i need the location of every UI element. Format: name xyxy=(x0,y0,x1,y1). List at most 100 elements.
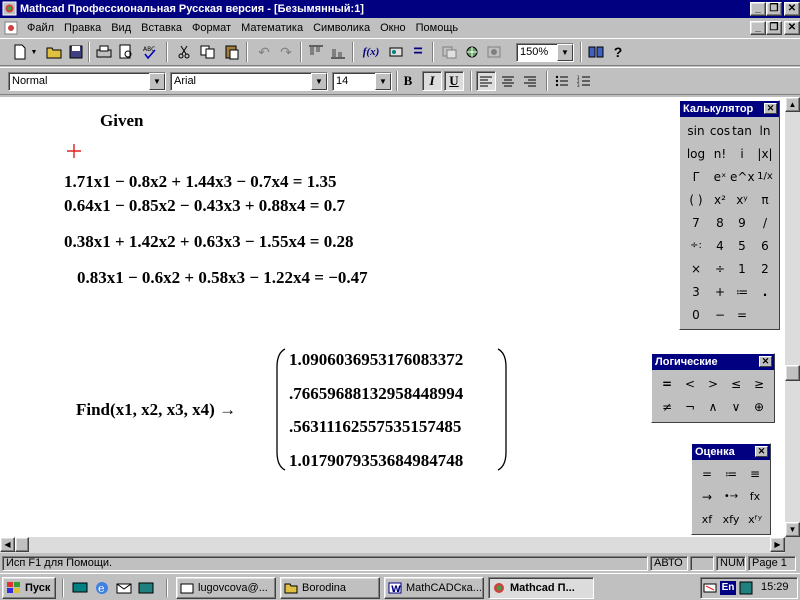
undo-icon[interactable]: ↶ xyxy=(254,42,274,62)
logic-key-or[interactable]: ∨ xyxy=(724,396,748,418)
result-value-2[interactable]: .76659688132958448994 xyxy=(289,384,463,404)
maximize-button[interactable]: ❐ xyxy=(766,2,782,16)
redo-icon[interactable]: ↷ xyxy=(276,42,296,62)
task-mathcad-word[interactable]: W MathCADCка... xyxy=(384,577,484,599)
menu-symbolics[interactable]: Символика xyxy=(308,22,375,34)
book-icon[interactable] xyxy=(586,42,606,62)
resources-icon[interactable] xyxy=(462,42,482,62)
menu-help[interactable]: Помощь xyxy=(411,22,464,34)
align-down-icon[interactable] xyxy=(328,42,348,62)
outlook-icon[interactable] xyxy=(114,578,134,598)
help-question-icon[interactable]: ? xyxy=(608,42,628,62)
scroll-left-icon[interactable]: ◀ xyxy=(0,537,15,552)
evaluation-palette-title[interactable]: Оценка ✕ xyxy=(692,444,770,460)
menu-window[interactable]: Окно xyxy=(375,22,411,34)
desktop-icon[interactable] xyxy=(70,578,90,598)
calc-key-fraction[interactable]: ÷: xyxy=(684,235,708,257)
italic-button[interactable]: I xyxy=(422,71,442,91)
eval-key-define[interactable]: ≔ xyxy=(719,463,743,485)
title-bar[interactable]: Mathcad Профессиональная Русская версия … xyxy=(0,0,800,18)
scroll-down-icon[interactable]: ▼ xyxy=(785,522,800,537)
calc-key-equals[interactable]: = xyxy=(730,304,754,326)
eval-key-symbolic[interactable]: → xyxy=(695,486,719,508)
print-icon[interactable] xyxy=(94,42,114,62)
calc-key-tan[interactable]: tan xyxy=(730,120,754,142)
calc-key-minus[interactable]: − xyxy=(708,304,732,326)
start-button[interactable]: Пуск xyxy=(2,577,56,599)
calc-key-dot[interactable]: . xyxy=(753,281,777,303)
calc-key-7[interactable]: 7 xyxy=(684,212,708,234)
logic-key-less-equal[interactable]: ≤ xyxy=(724,373,748,395)
new-document-icon[interactable] xyxy=(10,42,30,62)
calc-key-parens[interactable]: ( ) xyxy=(684,189,708,211)
cut-icon[interactable] xyxy=(174,42,194,62)
calc-key-cos[interactable]: cos xyxy=(708,120,732,142)
calculator-palette-title[interactable]: Калькулятор ✕ xyxy=(680,101,779,117)
vertical-scrollbar[interactable]: ▲ ▼ xyxy=(785,97,800,537)
calc-key-2[interactable]: 2 xyxy=(753,258,777,280)
calc-key-factorial[interactable]: n! xyxy=(708,143,732,165)
close-icon[interactable]: ✕ xyxy=(764,103,777,114)
menu-insert[interactable]: Вставка xyxy=(136,22,187,34)
calc-key-log[interactable]: log xyxy=(684,143,708,165)
equation-3[interactable]: 0.38x1 + 1.42x2 + 0.63x3 − 1.55x4 = 0.28 xyxy=(64,232,354,252)
logic-key-less[interactable]: < xyxy=(678,373,702,395)
calc-key-abs[interactable]: |x| xyxy=(753,143,777,165)
calc-key-0[interactable]: 0 xyxy=(684,304,708,326)
scroll-thumb[interactable] xyxy=(785,365,800,381)
calc-key-plus[interactable]: + xyxy=(708,281,732,303)
align-center-icon[interactable] xyxy=(498,71,518,91)
logic-key-and[interactable]: ∧ xyxy=(701,396,725,418)
calculate-button[interactable]: = xyxy=(408,42,428,62)
open-folder-icon[interactable] xyxy=(44,42,64,62)
logic-key-equal[interactable]: = xyxy=(655,373,679,395)
doc-close-button[interactable]: ✕ xyxy=(784,21,800,35)
calc-key-power[interactable]: xʸ xyxy=(730,189,754,211)
close-icon[interactable]: ✕ xyxy=(755,446,768,457)
clock[interactable]: 15:29 xyxy=(761,581,789,593)
calc-key-ln[interactable]: ln xyxy=(753,120,777,142)
bullet-list-icon[interactable] xyxy=(552,71,572,91)
calc-key-3[interactable]: 3 xyxy=(684,281,708,303)
eval-key-prefix[interactable]: fx xyxy=(743,486,767,508)
minimize-button[interactable]: _ xyxy=(750,2,766,16)
find-expression[interactable]: Find(x1, x2, x3, x4) → xyxy=(76,400,236,420)
copy-icon[interactable] xyxy=(198,42,218,62)
calc-key-gamma[interactable]: Γ xyxy=(684,166,708,188)
new-dropdown-icon[interactable]: ▼ xyxy=(28,42,40,62)
logic-key-xor[interactable]: ⊕ xyxy=(747,396,771,418)
calc-key-8[interactable]: 8 xyxy=(708,212,732,234)
calc-key-multiply[interactable]: × xyxy=(684,258,708,280)
print-preview-icon[interactable] xyxy=(116,42,136,62)
align-right-icon[interactable] xyxy=(520,71,540,91)
task-lugovcova[interactable]: lugovcova@... xyxy=(176,577,276,599)
font-select[interactable]: Arial ▼ xyxy=(170,72,328,91)
network-icon[interactable] xyxy=(703,581,717,595)
result-value-4[interactable]: 1.0179079353684984748 xyxy=(289,451,463,471)
calc-key-pi[interactable]: π xyxy=(753,189,777,211)
align-top-icon[interactable] xyxy=(306,42,326,62)
eval-key-postfix[interactable]: xf xyxy=(695,509,719,531)
logic-key-greater[interactable]: > xyxy=(701,373,725,395)
zoom-select[interactable]: 150% ▼ xyxy=(516,43,574,62)
doc-restore-button[interactable]: ❐ xyxy=(766,21,782,35)
underline-button[interactable]: U xyxy=(444,71,464,91)
logic-key-greater-equal[interactable]: ≥ xyxy=(747,373,771,395)
menu-view[interactable]: Вид xyxy=(106,22,136,34)
equation-2[interactable]: 0.64x1 − 0.85x2 − 0.43x3 + 0.88x4 = 0.7 xyxy=(64,196,345,216)
logic-key-not-equal[interactable]: ≠ xyxy=(655,396,679,418)
scroll-up-icon[interactable]: ▲ xyxy=(785,97,800,112)
calc-key-5[interactable]: 5 xyxy=(730,235,754,257)
eval-key-equal[interactable]: = xyxy=(695,463,719,485)
calc-key-1[interactable]: 1 xyxy=(730,258,754,280)
chevron-down-icon[interactable]: ▼ xyxy=(557,44,573,61)
component-icon[interactable] xyxy=(440,42,460,62)
language-indicator[interactable]: En xyxy=(720,581,736,595)
menu-math[interactable]: Математика xyxy=(236,22,308,34)
calc-key-divide[interactable]: ÷ xyxy=(708,258,732,280)
result-value-3[interactable]: .56311162557535157485 xyxy=(289,417,461,437)
equation-1[interactable]: 1.71x1 − 0.8x2 + 1.44x3 − 0.7x4 = 1.35 xyxy=(64,172,337,192)
chevron-down-icon[interactable]: ▼ xyxy=(375,73,391,90)
calc-key-imaginary[interactable]: i xyxy=(730,143,754,165)
channels-icon[interactable] xyxy=(136,578,156,598)
